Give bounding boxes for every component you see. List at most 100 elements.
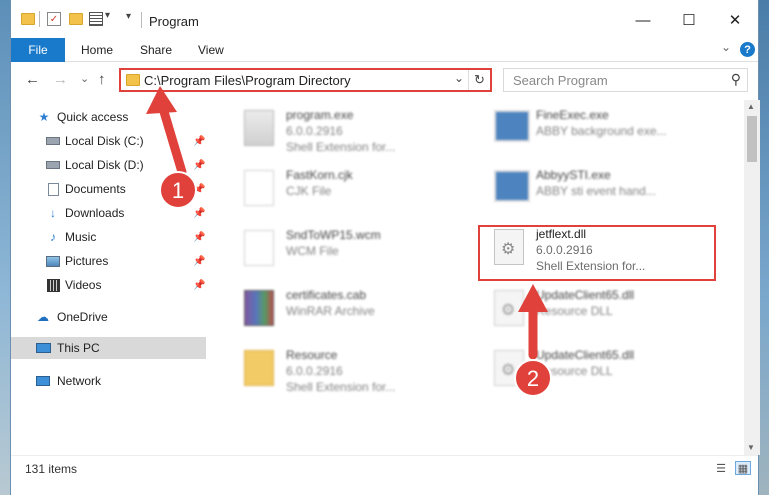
file-item[interactable]: FineExec.exe ABBY background exe... [486, 106, 726, 162]
sidebar-item-videos[interactable]: Videos 📌 [11, 274, 206, 296]
documents-icon [45, 182, 61, 196]
desktop-background-right [759, 0, 769, 495]
sidebar-item-this-pc[interactable]: This PC [11, 337, 206, 359]
file-detail: Shell Extension for... [286, 140, 396, 154]
sidebar-item-network[interactable]: Network [11, 370, 206, 392]
folder-icon [126, 74, 140, 86]
sidebar-item-label: Music [65, 230, 97, 244]
archive-icon [244, 290, 274, 326]
file-item[interactable]: SndToWP15.wcm WCM File [236, 226, 476, 282]
file-item[interactable]: ⚙ UpdateClient65.dll Resource DLL [486, 346, 726, 402]
sidebar-item-label: This PC [57, 341, 100, 355]
file-item[interactable]: program.exe 6.0.0.2916 Shell Extension f… [236, 106, 476, 162]
large-icons-view-icon[interactable]: ▦ [735, 461, 751, 475]
new-folder-icon[interactable] [69, 13, 83, 25]
pin-icon[interactable]: 📌 [193, 208, 205, 219]
pin-icon[interactable]: 📌 [193, 136, 205, 147]
pin-icon[interactable]: 📌 [193, 256, 205, 267]
file-name: SndToWP15.wcm [286, 228, 381, 242]
expand-ribbon-icon[interactable]: ⌄ [721, 40, 731, 54]
highlight-box [478, 225, 716, 281]
file-name: Resource [286, 348, 338, 362]
sidebar-item-label: Quick access [57, 110, 129, 124]
network-icon [35, 374, 51, 388]
pin-icon[interactable]: 📌 [193, 160, 205, 171]
file-type: 6.0.0.2916 [286, 364, 343, 378]
close-button[interactable]: ✕ [725, 10, 745, 30]
title-separator [141, 12, 142, 28]
search-icon[interactable]: ⚲ [731, 71, 741, 88]
tab-file[interactable]: File [11, 38, 65, 62]
address-bar[interactable]: C:\Program Files\Program Directory ⌄ ↻ [119, 68, 492, 92]
sidebar-item-local-disk-c[interactable]: Local Disk (C:) 📌 [11, 130, 206, 152]
pin-icon[interactable]: 📌 [193, 184, 205, 195]
file-name: AbbyySTI.exe [536, 168, 611, 182]
customize-toolbar-icon[interactable]: ▾ [126, 11, 131, 22]
file-item[interactable]: FastKorn.cjk CJK File [236, 166, 476, 222]
back-button[interactable]: ← [25, 71, 40, 88]
refresh-icon[interactable]: ↻ [468, 70, 490, 90]
status-bar: 131 items ☰ ▦ [11, 455, 758, 479]
file-name: program.exe [286, 108, 354, 122]
file-detail: Shell Extension for... [286, 380, 396, 394]
exe-icon [244, 110, 274, 146]
star-icon: ★ [38, 110, 50, 124]
address-dropdown-icon[interactable]: ⌄ [454, 71, 464, 85]
item-count: 131 items [25, 462, 78, 476]
file-type: CJK File [286, 184, 332, 198]
tab-view[interactable]: View [198, 43, 224, 57]
sidebar-item-onedrive[interactable]: ☁ OneDrive [11, 306, 206, 328]
desktop-background-left [0, 0, 10, 495]
search-placeholder: Search Program [513, 73, 608, 88]
file-type: Resource DLL [536, 304, 613, 318]
sidebar-item-downloads[interactable]: ↓ Downloads 📌 [11, 202, 206, 224]
view-icon[interactable] [89, 12, 103, 26]
sidebar-item-quick-access[interactable]: ★ Quick access [11, 106, 206, 128]
title-bar: ✓ ▾ ▾ Program — ☐ ✕ [11, 0, 758, 42]
minimize-button[interactable]: — [633, 10, 653, 30]
file-name: certificates.cab [286, 288, 367, 302]
file-item[interactable]: AbbyySTI.exe ABBY sti event hand... [486, 166, 726, 222]
app-icon [494, 110, 530, 142]
sidebar-item-label: Videos [65, 278, 102, 292]
window-title: Program [149, 14, 199, 29]
explorer-window: ✓ ▾ ▾ Program — ☐ ✕ File Home Share View… [10, 0, 760, 495]
file-name: UpdateClient65.dll [536, 288, 635, 302]
address-path[interactable]: C:\Program Files\Program Directory [144, 73, 351, 88]
search-input[interactable]: Search Program ⚲ [503, 68, 748, 92]
videos-icon [45, 278, 61, 292]
sidebar-item-local-disk-d[interactable]: Local Disk (D:) 📌 [11, 154, 206, 176]
up-button[interactable]: ↑ [98, 71, 106, 88]
pin-icon[interactable]: 📌 [193, 280, 205, 291]
recent-locations-button[interactable]: ⌄ [80, 72, 89, 85]
help-icon[interactable]: ? [740, 42, 755, 57]
navigation-bar: ← → ⌄ ↑ C:\Program Files\Program Directo… [11, 63, 758, 97]
sidebar-item-pictures[interactable]: Pictures 📌 [11, 250, 206, 272]
vertical-scrollbar[interactable]: ▲ ▼ [744, 100, 760, 455]
sidebar-item-music[interactable]: ♪ Music 📌 [11, 226, 206, 248]
file-name: UpdateClient65.dll [536, 348, 635, 362]
file-item[interactable]: ⚙ UpdateClient65.dll Resource DLL [486, 286, 726, 342]
details-view-icon[interactable]: ☰ [713, 461, 729, 475]
toolbar-separator [39, 11, 40, 27]
sidebar-item-documents[interactable]: Documents 📌 [11, 178, 206, 200]
file-item[interactable]: Resource 6.0.0.2916 Shell Extension for.… [236, 346, 476, 402]
ribbon-tabs: File Home Share View ⌄ ? [11, 38, 758, 62]
maximize-button[interactable]: ☐ [679, 10, 699, 30]
properties-icon[interactable]: ✓ [47, 12, 61, 26]
app-icon [494, 170, 530, 202]
forward-button[interactable]: → [53, 71, 68, 88]
file-item[interactable]: certificates.cab WinRAR Archive [236, 286, 476, 342]
folder-icon [21, 13, 35, 25]
file-type: ABBY sti event hand... [536, 184, 656, 198]
tab-share[interactable]: Share [140, 43, 172, 57]
folder-icon [244, 350, 274, 386]
tab-home[interactable]: Home [81, 43, 113, 57]
scroll-down-icon[interactable]: ▼ [747, 443, 755, 452]
scroll-up-icon[interactable]: ▲ [747, 102, 755, 111]
quick-access-dropdown-icon[interactable]: ▾ [105, 10, 110, 21]
sidebar-item-label: Local Disk (D:) [65, 158, 144, 172]
scroll-thumb[interactable] [747, 116, 757, 162]
pin-icon[interactable]: 📌 [193, 232, 205, 243]
dll-gear-icon: ⚙ [494, 290, 524, 326]
